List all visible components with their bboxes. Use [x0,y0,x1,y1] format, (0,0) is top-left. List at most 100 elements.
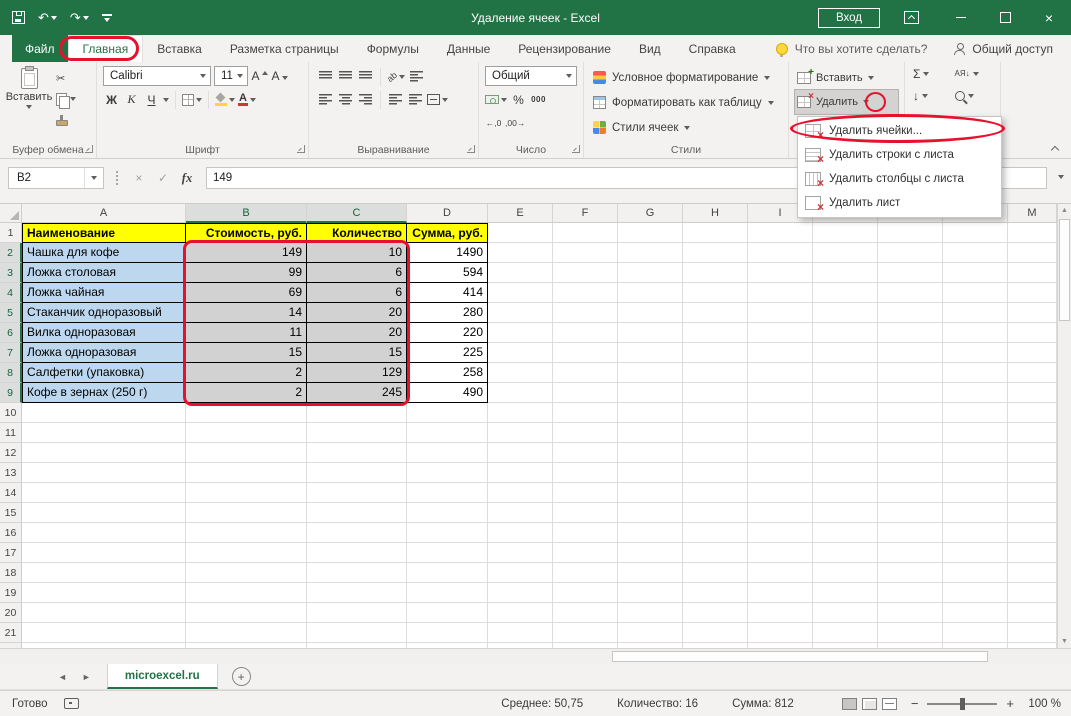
cell-H11[interactable] [683,423,748,443]
cell-L7[interactable] [943,343,1008,363]
cell-I5[interactable] [748,303,813,323]
cell-L10[interactable] [943,403,1008,423]
cell-G13[interactable] [618,463,683,483]
cell-G10[interactable] [618,403,683,423]
paste-button[interactable]: Вставить [7,66,51,129]
cell-K8[interactable] [878,363,943,383]
cell-D4[interactable]: 414 [407,283,488,303]
cell-F20[interactable] [553,603,618,623]
cell-L9[interactable] [943,383,1008,403]
cell-D2[interactable]: 1490 [407,243,488,263]
zoom-level[interactable]: 100 % [1023,698,1061,710]
row-header-15[interactable]: 15 [0,503,22,523]
cell-A6[interactable]: Вилка одноразовая [22,323,186,343]
cell-H12[interactable] [683,443,748,463]
cell-K7[interactable] [878,343,943,363]
cell-G9[interactable] [618,383,683,403]
cell-F1[interactable] [553,223,618,243]
row-header-2[interactable]: 2 [0,243,22,263]
cell-H10[interactable] [683,403,748,423]
conditional-formatting-button[interactable]: Условное форматирование [588,65,784,90]
name-box-dropdown[interactable] [84,168,103,188]
number-format-combo[interactable]: Общий [485,66,577,86]
cell-D21[interactable] [407,623,488,643]
cell-L3[interactable] [943,263,1008,283]
cell-E22[interactable] [488,643,553,648]
cell-J15[interactable] [813,503,878,523]
cell-D14[interactable] [407,483,488,503]
chevron-down-icon[interactable] [863,100,869,104]
cell-G22[interactable] [618,643,683,648]
cell-F19[interactable] [553,583,618,603]
cell-E11[interactable] [488,423,553,443]
align-bottom-button[interactable] [357,67,374,86]
cell-D10[interactable] [407,403,488,423]
cell-G4[interactable] [618,283,683,303]
save-icon[interactable] [12,11,25,24]
cell-C17[interactable] [307,543,407,563]
cell-K6[interactable] [878,323,943,343]
delete-menu-item-2[interactable]: Удалить строки с листа [798,143,1001,167]
cell-F6[interactable] [553,323,618,343]
cell-I7[interactable] [748,343,813,363]
cell-A12[interactable] [22,443,186,463]
cell-F8[interactable] [553,363,618,383]
cell-K5[interactable] [878,303,943,323]
cell-B12[interactable] [186,443,307,463]
cell-G14[interactable] [618,483,683,503]
zoom-in-button[interactable]: + [1006,696,1014,711]
cell-G16[interactable] [618,523,683,543]
tab-Разметка страницы[interactable]: Разметка страницы [216,35,353,62]
merge-center-button[interactable] [427,90,448,109]
delete-menu-item-4[interactable]: Удалить лист [798,191,1001,215]
cell-B10[interactable] [186,403,307,423]
cell-B2[interactable]: 149 [186,243,307,263]
cell-C5[interactable]: 20 [307,303,407,323]
cell-K1[interactable] [878,223,943,243]
cell-C11[interactable] [307,423,407,443]
cell-L14[interactable] [943,483,1008,503]
undo-button[interactable]: ↶ [38,11,57,24]
cell-G21[interactable] [618,623,683,643]
cell-E14[interactable] [488,483,553,503]
cell-G6[interactable] [618,323,683,343]
cell-C8[interactable]: 129 [307,363,407,383]
cell-I11[interactable] [748,423,813,443]
decrease-font-button[interactable]: А [271,67,288,86]
cell-M2[interactable] [1008,243,1057,263]
cell-D8[interactable]: 258 [407,363,488,383]
cell-K14[interactable] [878,483,943,503]
cell-J1[interactable] [813,223,878,243]
cell-B11[interactable] [186,423,307,443]
cell-M12[interactable] [1008,443,1057,463]
cell-I13[interactable] [748,463,813,483]
cell-F17[interactable] [553,543,618,563]
cell-J5[interactable] [813,303,878,323]
cell-H18[interactable] [683,563,748,583]
cell-L19[interactable] [943,583,1008,603]
cell-I9[interactable] [748,383,813,403]
cell-B5[interactable]: 14 [186,303,307,323]
cell-L18[interactable] [943,563,1008,583]
cell-C2[interactable]: 10 [307,243,407,263]
cell-A21[interactable] [22,623,186,643]
cell-K16[interactable] [878,523,943,543]
cell-E7[interactable] [488,343,553,363]
row-header-3[interactable]: 3 [0,263,22,283]
cell-A1[interactable]: Наименование [22,223,186,243]
cell-L17[interactable] [943,543,1008,563]
cell-B18[interactable] [186,563,307,583]
cell-H16[interactable] [683,523,748,543]
cell-E1[interactable] [488,223,553,243]
insert-cells-button[interactable]: Вставить [795,66,898,90]
tab-Данные[interactable]: Данные [433,35,504,62]
cell-C16[interactable] [307,523,407,543]
horizontal-scroll-thumb[interactable] [612,651,988,662]
cell-E17[interactable] [488,543,553,563]
row-header-16[interactable]: 16 [0,523,22,543]
tab-Справка[interactable]: Справка [675,35,750,62]
row-header-4[interactable]: 4 [0,283,22,303]
cell-J6[interactable] [813,323,878,343]
cell-K10[interactable] [878,403,943,423]
cell-I12[interactable] [748,443,813,463]
